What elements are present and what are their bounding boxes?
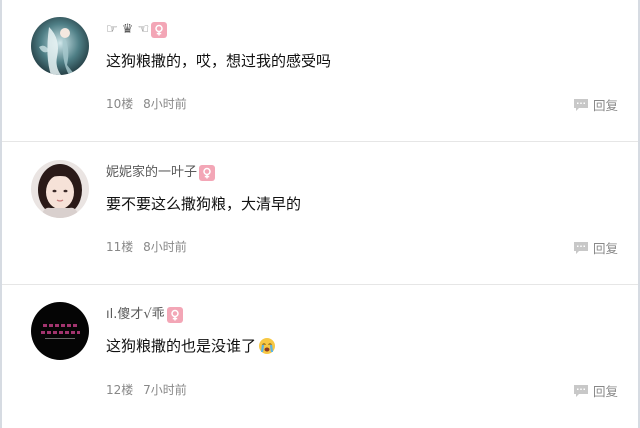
crying-face-icon bbox=[258, 337, 276, 355]
avatar[interactable] bbox=[31, 17, 89, 75]
female-icon bbox=[151, 22, 168, 38]
comment-text-row: 这狗粮撒的也是没谁了 bbox=[106, 335, 276, 357]
comment-bubble-icon bbox=[573, 384, 588, 397]
reply-label: 回复 bbox=[592, 241, 618, 256]
timestamp: 8小时前 bbox=[143, 240, 187, 254]
timestamp: 7小时前 bbox=[143, 383, 187, 397]
floor-number: 11楼 bbox=[106, 240, 134, 254]
timestamp: 8小时前 bbox=[143, 97, 187, 111]
reply-button[interactable]: 回复 bbox=[573, 238, 618, 257]
comment-bubble-icon bbox=[573, 98, 588, 111]
comment-item: ıl.傻才√乖 这狗粮撒的也是没谁了 12楼 7小时前 回复 bbox=[2, 286, 638, 428]
username-text[interactable]: ☞ ♛ ☜ bbox=[106, 21, 149, 39]
reply-label: 回复 bbox=[592, 98, 618, 113]
avatar[interactable] bbox=[31, 302, 89, 360]
comment-text: 这狗粮撒的也是没谁了 bbox=[106, 337, 257, 355]
female-icon bbox=[166, 307, 183, 323]
username-text[interactable]: 妮妮家的一叶子 bbox=[106, 164, 197, 182]
username[interactable]: ıl.傻才√乖 bbox=[106, 306, 183, 324]
comment-meta: 12楼 7小时前 bbox=[106, 382, 187, 398]
divider bbox=[2, 141, 638, 142]
comment-text: 这狗粮撒的，哎，想过我的感受吗 bbox=[106, 52, 332, 70]
avatar[interactable] bbox=[31, 160, 89, 218]
comment-text: 要不要这么撒狗粮，大清早的 bbox=[106, 195, 302, 213]
reply-label: 回复 bbox=[592, 384, 618, 399]
divider bbox=[2, 284, 638, 285]
floor-number: 10楼 bbox=[106, 97, 134, 111]
username[interactable]: 妮妮家的一叶子 bbox=[106, 164, 216, 182]
comment-meta: 11楼 8小时前 bbox=[106, 239, 187, 255]
comment-item: 妮妮家的一叶子 要不要这么撒狗粮，大清早的 11楼 8小时前 回复 bbox=[2, 143, 638, 286]
reply-button[interactable]: 回复 bbox=[573, 95, 618, 114]
comment-item: ☞ ♛ ☜ 这狗粮撒的，哎，想过我的感受吗 10楼 8小时前 回复 bbox=[2, 0, 638, 143]
comment-meta: 10楼 8小时前 bbox=[106, 96, 187, 112]
reply-button[interactable]: 回复 bbox=[573, 381, 618, 400]
floor-number: 12楼 bbox=[106, 383, 134, 397]
female-icon bbox=[199, 165, 216, 181]
username[interactable]: ☞ ♛ ☜ bbox=[106, 21, 168, 39]
comment-bubble-icon bbox=[573, 241, 588, 254]
username-text[interactable]: ıl.傻才√乖 bbox=[106, 306, 165, 324]
